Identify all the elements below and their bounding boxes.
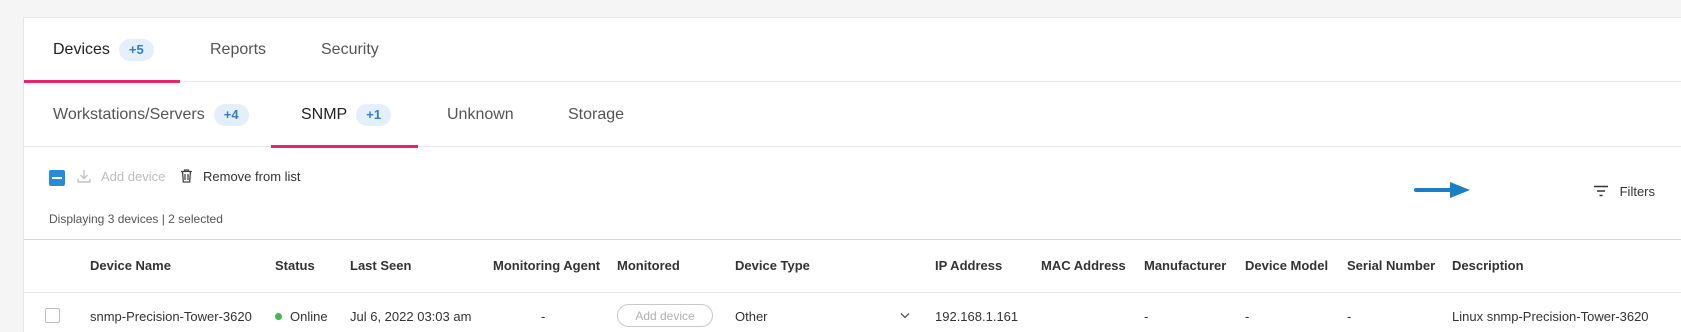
cell-last-seen: Jul 6, 2022 03:03 am — [350, 309, 472, 324]
column-header-monitoring-agent[interactable]: Monitoring Agent — [493, 258, 600, 273]
cell-manufacturer: - — [1144, 309, 1149, 324]
tab-security[interactable]: Security — [321, 18, 379, 82]
tab-storage-label: Storage — [568, 105, 625, 123]
tab-devices-label: Devices — [53, 41, 110, 58]
filters-label: Filters — [1619, 183, 1655, 199]
remove-from-list-button[interactable]: Remove from list — [179, 163, 301, 189]
select-all-checkbox[interactable] — [49, 170, 65, 186]
cell-monitoring-agent: - — [541, 309, 546, 324]
filters-button[interactable]: Filters — [1593, 178, 1655, 204]
status-online-dot — [275, 313, 282, 321]
device-type-value: Other — [735, 309, 768, 324]
cell-device-name[interactable]: snmp-Precision-Tower-3620 — [90, 309, 252, 324]
cell-device-model: - — [1245, 309, 1250, 324]
cell-description: Linux snmp-Precision-Tower-3620 — [1452, 309, 1649, 324]
column-header-last-seen[interactable]: Last Seen — [350, 258, 411, 273]
tab-workstations-servers[interactable]: Workstations/Servers +4 — [53, 82, 249, 147]
device-type-select[interactable]: Other — [735, 302, 910, 330]
trash-icon — [181, 169, 192, 183]
tab-devices[interactable]: Devices +5 — [24, 18, 180, 83]
row-checkbox[interactable] — [45, 308, 60, 323]
column-header-manufacturer[interactable]: Manufacturer — [1144, 258, 1226, 273]
table-header: Device Name Status Last Seen Monitoring … — [24, 240, 1681, 293]
column-header-device-model[interactable]: Device Model — [1245, 258, 1328, 273]
main-tab-bar: Devices +5 Reports Security — [24, 18, 1681, 83]
column-header-serial-number[interactable]: Serial Number — [1347, 258, 1435, 273]
column-header-monitored[interactable]: Monitored — [617, 258, 680, 273]
tab-storage[interactable]: Storage — [568, 82, 624, 147]
tab-snmp[interactable]: SNMP +1 — [271, 82, 418, 148]
pointer-arrow-icon — [1414, 182, 1470, 198]
cell-ip-address: 192.168.1.161 — [935, 309, 1019, 324]
tab-workstations-label: Workstations/Servers — [53, 105, 205, 123]
chevron-down-icon — [900, 313, 910, 319]
add-device-button[interactable]: Add device — [76, 163, 165, 189]
tab-workstations-badge: +4 — [213, 103, 249, 126]
column-header-device-name[interactable]: Device Name — [90, 258, 171, 273]
column-header-ip-address[interactable]: IP Address — [935, 258, 1002, 273]
tab-snmp-badge: +1 — [356, 103, 392, 126]
download-icon — [77, 170, 91, 183]
column-header-status[interactable]: Status — [275, 258, 315, 273]
tab-snmp-label: SNMP — [301, 105, 348, 123]
cell-status: Online — [275, 309, 328, 324]
sub-tab-bar: Workstations/Servers +4 SNMP +1 Unknown … — [24, 82, 1681, 148]
tab-security-label: Security — [321, 41, 379, 58]
devices-panel: Devices +5 Reports Security Workstations… — [23, 17, 1681, 332]
add-device-label: Add device — [101, 168, 166, 184]
toolbar: Add device Remove from list Displaying 3… — [24, 147, 1681, 240]
tab-reports[interactable]: Reports — [210, 18, 266, 82]
display-count-info: Displaying 3 devices | 2 selected — [49, 212, 223, 226]
tab-unknown[interactable]: Unknown — [447, 82, 514, 147]
cell-serial-number: - — [1347, 309, 1352, 324]
tab-unknown-label: Unknown — [447, 105, 514, 123]
column-header-device-type[interactable]: Device Type — [735, 258, 810, 273]
table-row[interactable]: snmp-Precision-Tower-3620 Online Jul 6, … — [24, 293, 1681, 332]
tab-reports-label: Reports — [210, 41, 267, 58]
tab-devices-badge: +5 — [118, 39, 154, 61]
row-add-device-button[interactable]: Add device — [617, 304, 713, 327]
column-header-description[interactable]: Description — [1452, 258, 1524, 273]
remove-from-list-label: Remove from list — [203, 168, 301, 184]
filter-icon — [1593, 185, 1608, 197]
column-header-mac-address[interactable]: MAC Address — [1041, 258, 1126, 273]
status-label: Online — [290, 309, 328, 324]
